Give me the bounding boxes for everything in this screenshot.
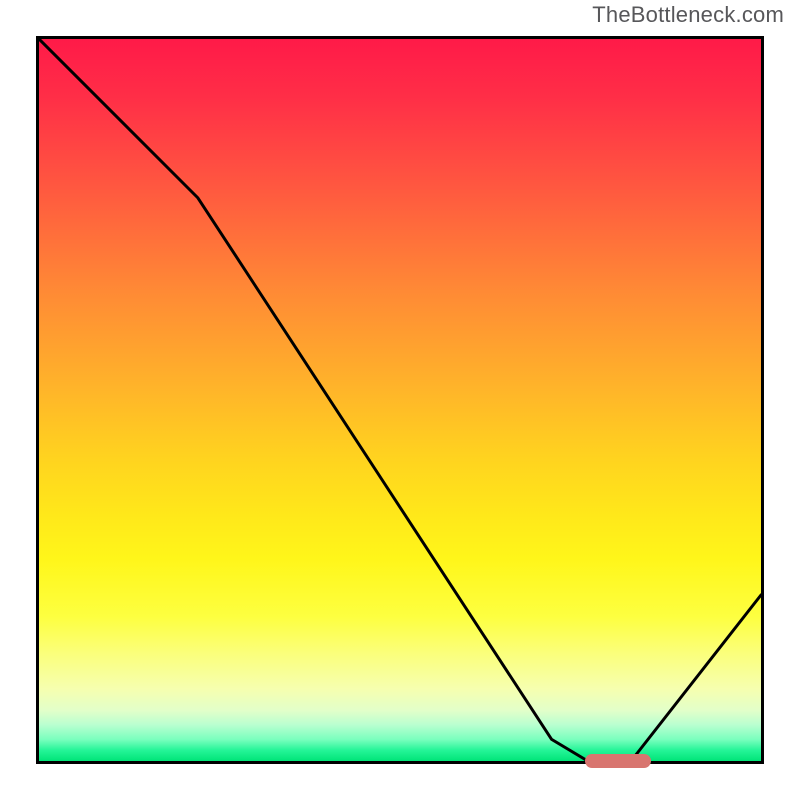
watermark-text: TheBottleneck.com: [592, 2, 784, 28]
optimal-range-marker: [585, 754, 651, 768]
chart-line-svg: [39, 39, 761, 761]
bottleneck-curve: [39, 39, 761, 761]
chart-area: [36, 36, 764, 764]
